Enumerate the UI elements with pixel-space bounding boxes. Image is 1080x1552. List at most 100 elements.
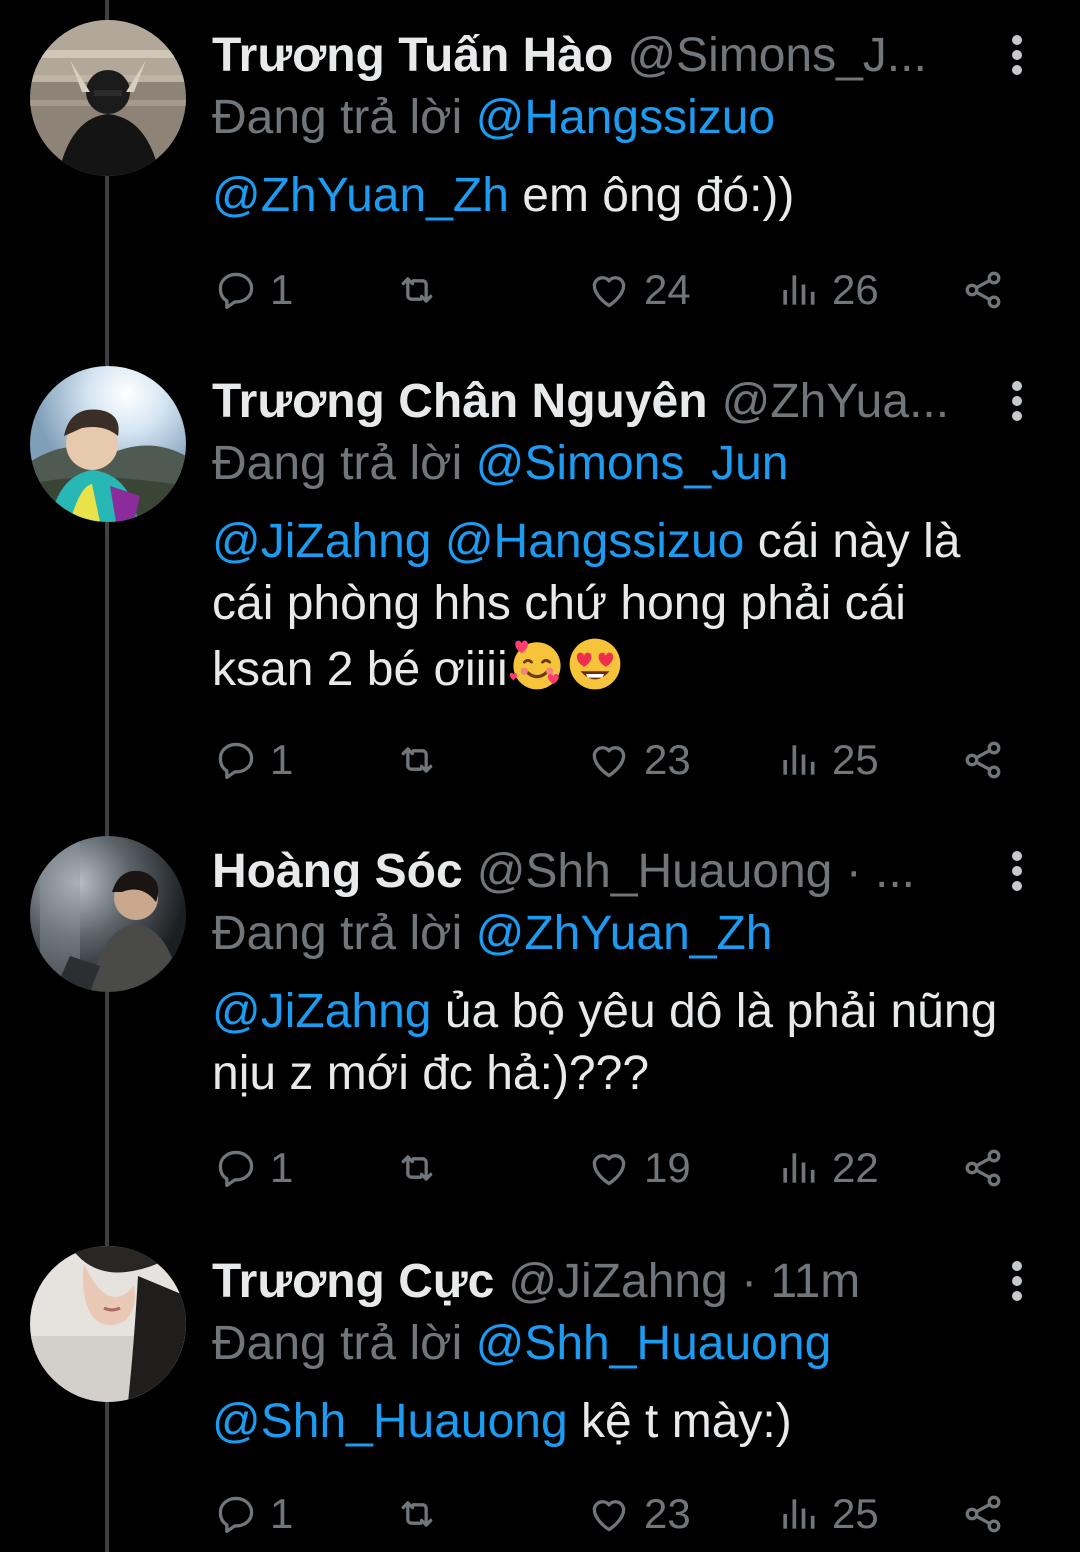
avatar[interactable] <box>30 366 186 522</box>
reply-button[interactable]: 1 <box>214 732 293 788</box>
views-count: 25 <box>832 1490 879 1537</box>
replying-to-line: Đang trả lời @ZhYuan_Zh <box>212 906 773 962</box>
action-bar: 1 19 22 <box>212 1140 1012 1196</box>
reply-count: 1 <box>270 1144 294 1191</box>
views-button[interactable]: 25 <box>776 1486 879 1542</box>
more-options-button[interactable] <box>1004 1258 1030 1308</box>
like-count: 23 <box>644 736 691 783</box>
tweet-header: Trương Chân Nguyên @ZhYua... <box>212 374 982 430</box>
avatar[interactable] <box>30 20 186 176</box>
retweet-icon <box>401 1155 433 1181</box>
tweet-item[interactable]: Trương Tuấn Hào @Simons_J... Đang trả lời… <box>0 0 1080 350</box>
display-name[interactable]: Trương Chân Nguyên <box>212 375 708 428</box>
body-mentions[interactable]: @JiZahng <box>212 985 432 1038</box>
avatar[interactable] <box>30 1246 186 1402</box>
views-icon <box>783 1153 815 1183</box>
retweet-button[interactable] <box>394 1486 440 1542</box>
reply-button[interactable]: 1 <box>214 1140 293 1196</box>
replying-to-mention[interactable]: @Simons_Jun <box>476 437 789 490</box>
like-count: 24 <box>644 266 691 313</box>
like-button[interactable]: 23 <box>586 732 691 788</box>
share-button[interactable] <box>960 732 1006 788</box>
more-options-button[interactable] <box>1004 32 1030 82</box>
display-name[interactable]: Hoàng Sóc <box>212 845 463 898</box>
retweet-button[interactable] <box>394 262 440 318</box>
tweet-item[interactable]: Hoàng Sóc @Shh_Huauong · ... Đang trả lời… <box>0 816 1080 1226</box>
views-button[interactable]: 26 <box>776 262 879 318</box>
replying-to-label: Đang trả lời <box>212 1317 463 1370</box>
more-options-button[interactable] <box>1004 378 1030 428</box>
body-text: kệ t mày:) <box>567 1395 792 1448</box>
more-options-button[interactable] <box>1004 848 1030 898</box>
views-count: 25 <box>832 736 879 783</box>
username-handle[interactable]: @Shh_Huauong · ... <box>477 845 915 898</box>
more-icon <box>1012 1261 1022 1271</box>
views-icon <box>783 275 815 305</box>
views-count: 22 <box>832 1144 879 1191</box>
views-button[interactable]: 25 <box>776 732 879 788</box>
reply-count: 1 <box>270 736 294 783</box>
body-mentions[interactable]: @Shh_Huauong <box>212 1395 568 1448</box>
username-handle[interactable]: @Simons_J... <box>627 29 926 82</box>
share-icon <box>965 271 1001 309</box>
tweet-body: @Shh_Huauong kệ t mày:) <box>212 1391 1012 1453</box>
body-text: em ông đó:)) <box>508 169 795 222</box>
views-icon <box>783 1499 815 1529</box>
share-button[interactable] <box>960 1486 1006 1542</box>
tweet-header: Trương Cực @JiZahng · 11m <box>212 1254 982 1310</box>
share-icon <box>965 741 1001 779</box>
like-button[interactable]: 23 <box>586 1486 691 1542</box>
reply-icon <box>218 1150 254 1188</box>
reply-button[interactable]: 1 <box>214 1486 293 1542</box>
replying-to-label: Đang trả lời <box>212 91 463 144</box>
reply-count: 1 <box>270 266 294 313</box>
replying-to-line: Đang trả lời @Hangssizuo <box>212 90 775 146</box>
action-bar: 1 23 25 <box>212 1486 1012 1542</box>
more-icon <box>1012 381 1022 391</box>
reply-icon <box>218 272 254 310</box>
share-button[interactable] <box>960 1140 1006 1196</box>
retweet-button[interactable] <box>394 732 440 788</box>
display-name[interactable]: Trương Tuấn Hào <box>212 29 613 82</box>
views-button[interactable]: 22 <box>776 1140 879 1196</box>
tweet-body: @JiZahng @Hangssizuo cái này là cái phòn… <box>212 511 1012 701</box>
username-handle[interactable]: @JiZahng · 11m <box>508 1255 860 1308</box>
views-count: 26 <box>832 266 879 313</box>
replying-to-label: Đang trả lời <box>212 437 463 490</box>
like-icon <box>592 1500 626 1532</box>
like-icon <box>592 1154 626 1186</box>
body-mentions[interactable]: @JiZahng @Hangssizuo <box>212 515 744 568</box>
tweet-item[interactable]: Trương Cực @JiZahng · 11m Đang trả lời @S… <box>0 1226 1080 1552</box>
action-bar: 1 23 25 <box>212 732 1012 788</box>
like-button[interactable]: 24 <box>586 262 691 318</box>
replying-to-mention[interactable]: @Hangssizuo <box>476 91 776 144</box>
body-mentions[interactable]: @ZhYuan_Zh <box>212 169 509 222</box>
smiling-face-with-hearts-emoji <box>509 640 561 690</box>
retweet-button[interactable] <box>394 1140 440 1196</box>
like-button[interactable]: 19 <box>586 1140 691 1196</box>
share-button[interactable] <box>960 262 1006 318</box>
tweet-header: Trương Tuấn Hào @Simons_J... <box>212 28 982 84</box>
like-count: 19 <box>644 1144 691 1191</box>
share-icon <box>965 1495 1001 1533</box>
reply-icon <box>218 742 254 780</box>
more-icon <box>1012 35 1022 45</box>
username-handle[interactable]: @ZhYua... <box>722 375 950 428</box>
tweet-body: @ZhYuan_Zh em ông đó:)) <box>212 165 1012 227</box>
tweet-header: Hoàng Sóc @Shh_Huauong · ... <box>212 844 982 900</box>
tweet-item[interactable]: Trương Chân Nguyên @ZhYua... Đang trả lời… <box>0 346 1080 816</box>
reply-count: 1 <box>270 1490 294 1537</box>
reply-icon <box>218 1496 254 1534</box>
replying-to-mention[interactable]: @Shh_Huauong <box>476 1317 832 1370</box>
display-name[interactable]: Trương Cực <box>212 1255 494 1308</box>
replying-to-line: Đang trả lời @Shh_Huauong <box>212 1316 831 1372</box>
retweet-icon <box>401 1501 433 1527</box>
retweet-icon <box>401 277 433 303</box>
avatar[interactable] <box>30 836 186 992</box>
like-icon <box>592 276 626 308</box>
reply-button[interactable]: 1 <box>214 262 293 318</box>
tweet-body: @JiZahng ủa bộ yêu dô là phải nũng nịu z… <box>212 981 1012 1105</box>
replying-to-mention[interactable]: @ZhYuan_Zh <box>476 907 773 960</box>
action-bar: 1 24 26 <box>212 262 1012 318</box>
replying-to-line: Đang trả lời @Simons_Jun <box>212 436 788 492</box>
